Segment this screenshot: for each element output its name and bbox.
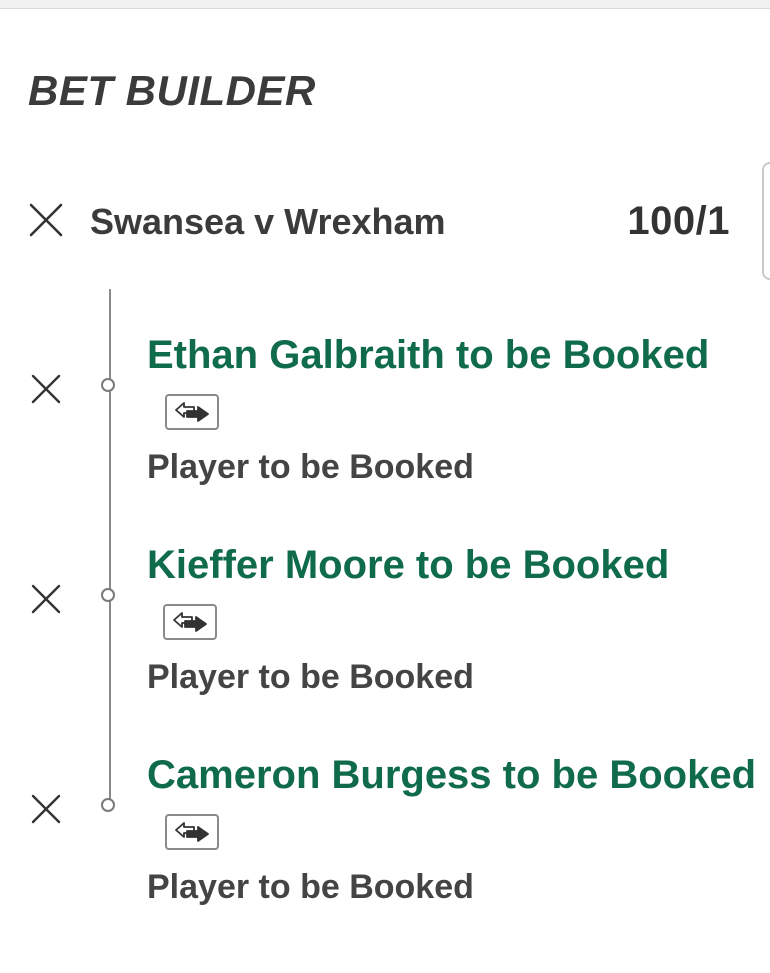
swap-selection-icon[interactable]	[165, 394, 219, 431]
selection-name: Ethan Galbraith to be Booked	[147, 325, 760, 445]
swap-selection-icon[interactable]	[165, 814, 219, 851]
close-icon	[31, 794, 61, 824]
remove-selection-button[interactable]	[26, 579, 66, 619]
close-icon	[29, 203, 63, 237]
selection-name: Kieffer Moore to be Booked	[147, 535, 760, 655]
selection-market: Player to be Booked	[147, 658, 474, 696]
remove-event-button[interactable]	[26, 200, 66, 240]
timeline-line	[109, 289, 111, 806]
selection-name: Cameron Burgess to be Booked	[147, 745, 760, 865]
selection-name-text: Ethan Galbraith to be Booked	[147, 333, 710, 377]
selection-name-text: Kieffer Moore to be Booked	[147, 543, 670, 587]
selection-text: Kieffer Moore to be Booked Player to be …	[147, 535, 760, 697]
remove-selection-button[interactable]	[26, 789, 66, 829]
timeline-dot	[101, 798, 115, 812]
bet-builder-panel: BET BUILDER Swansea v Wrexham 100/1 Etha…	[0, 8, 770, 973]
selection-name-text: Cameron Burgess to be Booked	[147, 753, 757, 797]
timeline-dot	[101, 588, 115, 602]
selection-text: Ethan Galbraith to be Booked Player to b…	[147, 325, 760, 487]
selection-market: Player to be Booked	[147, 868, 474, 906]
event-row: Swansea v Wrexham 100/1	[0, 189, 770, 251]
panel-title: BET BUILDER	[28, 67, 316, 114]
close-icon	[31, 374, 61, 404]
event-name: Swansea v Wrexham	[90, 201, 446, 242]
swap-selection-icon[interactable]	[163, 604, 217, 641]
selection-market: Player to be Booked	[147, 448, 474, 486]
selection-text: Cameron Burgess to be Booked Player to b…	[147, 745, 760, 907]
event-odds: 100/1	[627, 199, 730, 243]
timeline-dot	[101, 378, 115, 392]
close-icon	[31, 584, 61, 614]
remove-selection-button[interactable]	[26, 369, 66, 409]
